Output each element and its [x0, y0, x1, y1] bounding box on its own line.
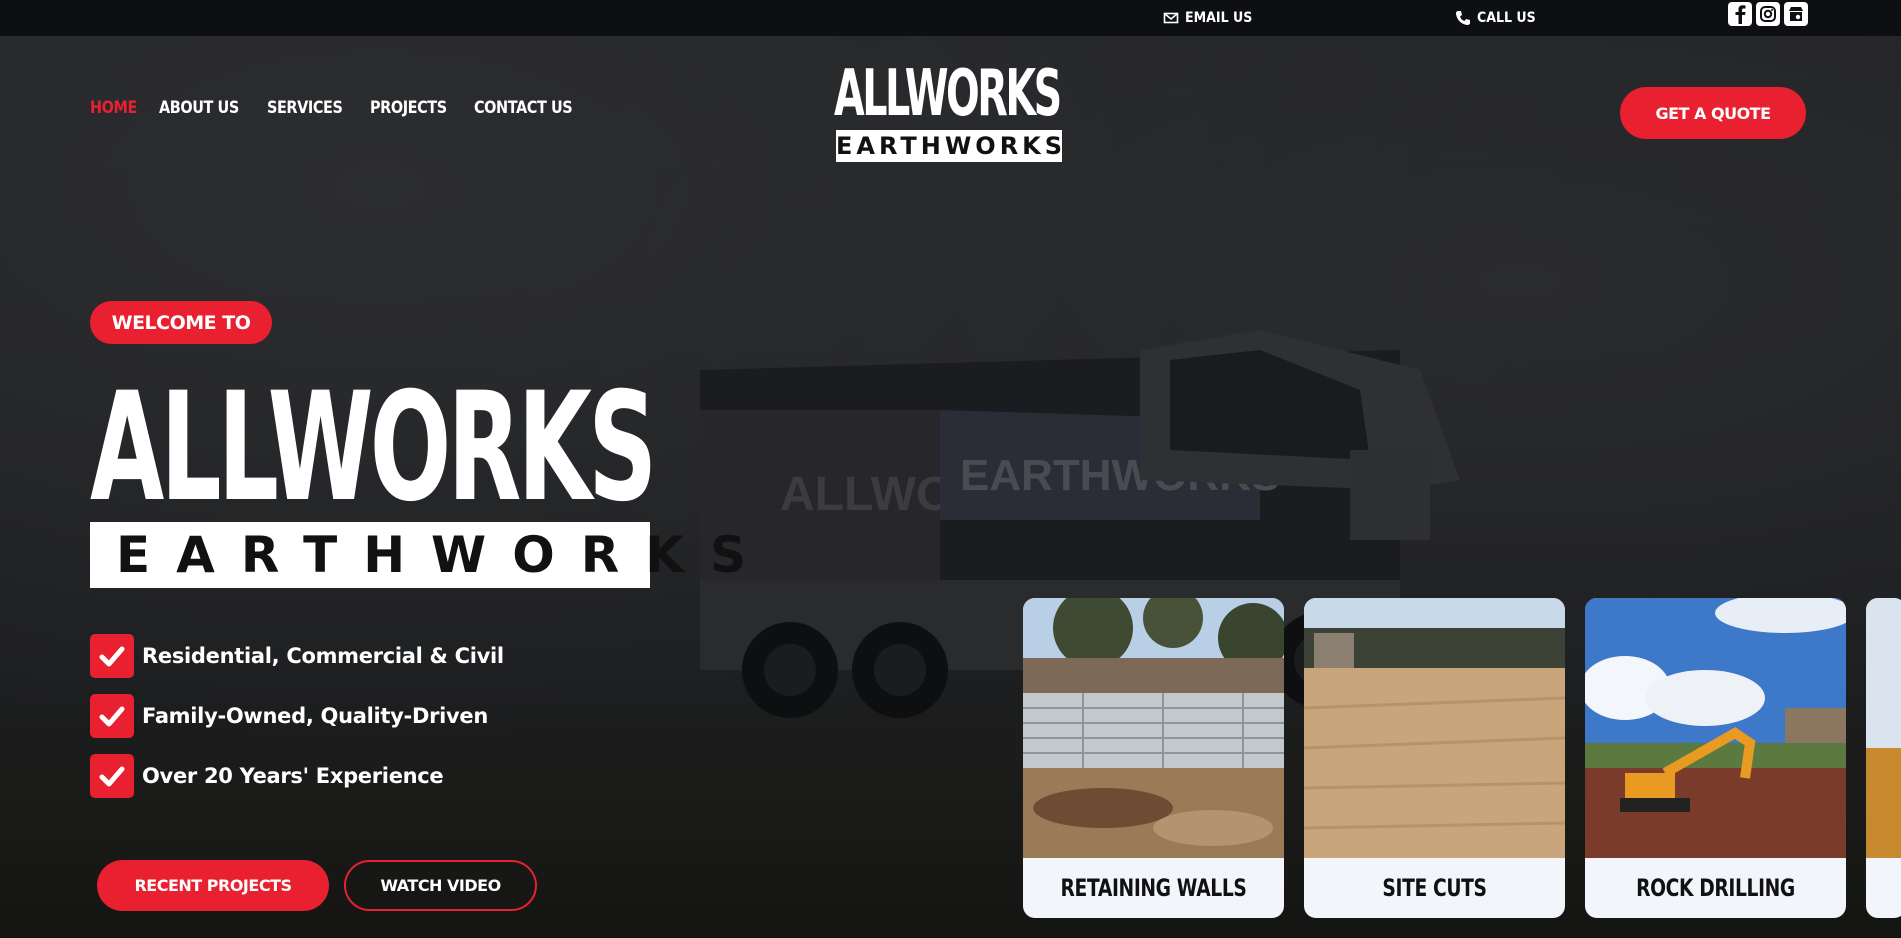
main-nav: HOME ABOUT US SERVICES PROJECTS CONTACT … — [90, 98, 582, 118]
call-us-label: CALL US — [1477, 10, 1536, 26]
service-label: SITE CUTS — [1382, 874, 1487, 902]
checkmark-icon — [90, 694, 134, 738]
nav-services[interactable]: SERVICES — [267, 98, 343, 118]
checkmark-icon — [90, 754, 134, 798]
watch-video-button[interactable]: WATCH VIDEO — [344, 860, 537, 911]
rock-drilling-image — [1585, 598, 1846, 858]
service-label: ROCK DRILLING — [1636, 874, 1795, 902]
feature-item: Residential, Commercial & Civil — [90, 634, 504, 678]
feature-item: Family-Owned, Quality-Driven — [90, 694, 504, 738]
service-card-partial[interactable] — [1866, 598, 1901, 918]
site-logo[interactable]: ALLWORKS EARTHWORKS — [834, 62, 1062, 162]
service-card-site-cuts[interactable]: SITE CUTS — [1304, 598, 1565, 918]
instagram-icon[interactable] — [1756, 2, 1780, 26]
google-business-icon[interactable] — [1784, 2, 1808, 26]
nav-contact-us[interactable]: CONTACT US — [474, 98, 573, 118]
nav-projects[interactable]: PROJECTS — [370, 98, 447, 118]
feature-list: Residential, Commercial & Civil Family-O… — [90, 634, 504, 814]
retaining-walls-image — [1023, 598, 1284, 858]
logo-top-text: ALLWORKS — [834, 57, 1062, 131]
service-card-retaining-walls[interactable]: RETAINING WALLS — [1023, 598, 1284, 918]
get-a-quote-button[interactable]: GET A QUOTE — [1620, 87, 1806, 139]
service-label: RETAINING WALLS — [1060, 874, 1247, 902]
feature-text: Residential, Commercial & Civil — [142, 644, 504, 668]
partial-card-image — [1866, 598, 1901, 858]
email-icon — [1163, 12, 1179, 24]
feature-item: Over 20 Years' Experience — [90, 754, 504, 798]
nav-about-us[interactable]: ABOUT US — [159, 98, 239, 118]
welcome-badge: WELCOME TO — [90, 301, 272, 344]
top-bar: EMAIL US CALL US — [0, 0, 1901, 36]
social-links — [1728, 2, 1808, 26]
hero-title: ALLWORKS — [90, 361, 657, 535]
feature-text: Over 20 Years' Experience — [142, 764, 444, 788]
facebook-icon[interactable] — [1728, 2, 1752, 26]
feature-text: Family-Owned, Quality-Driven — [142, 704, 489, 728]
phone-icon — [1456, 11, 1470, 25]
email-us-label: EMAIL US — [1185, 10, 1253, 26]
nav-home[interactable]: HOME — [90, 98, 137, 118]
service-cards: RETAINING WALLS SITE CUTS ROCK DRILLING — [1023, 598, 1901, 918]
email-us-link[interactable]: EMAIL US — [1163, 0, 1252, 36]
recent-projects-button[interactable]: RECENT PROJECTS — [97, 860, 329, 911]
site-cuts-image — [1304, 598, 1565, 858]
hero-subtitle: EARTHWORKS — [90, 522, 746, 588]
checkmark-icon — [90, 634, 134, 678]
service-card-rock-drilling[interactable]: ROCK DRILLING — [1585, 598, 1846, 918]
call-us-link[interactable]: CALL US — [1455, 0, 1536, 36]
logo-bottom-text: EARTHWORKS — [836, 130, 1067, 162]
